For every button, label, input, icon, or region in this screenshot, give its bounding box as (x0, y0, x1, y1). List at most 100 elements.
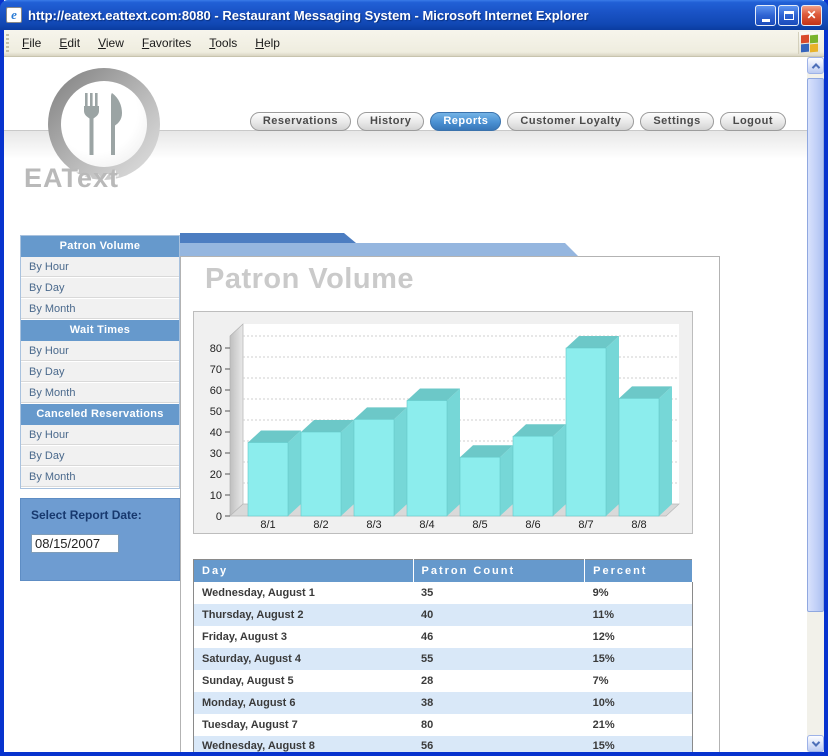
cell-day: Saturday, August 4 (194, 648, 414, 670)
cell-percent: 12% (585, 626, 693, 648)
sidebar-header-canceled-reservations: Canceled Reservations (21, 404, 179, 425)
sidebar-item-patron-by-hour[interactable]: By Hour (21, 257, 179, 278)
menu-view[interactable]: View (89, 32, 133, 54)
tab-settings[interactable]: Settings (640, 112, 713, 131)
scrollbar-track[interactable] (807, 74, 824, 735)
cell-percent: 10% (585, 692, 693, 714)
sidebar-item-wait-by-hour[interactable]: By Hour (21, 341, 179, 362)
table-row: Wednesday, August 1359% (194, 582, 693, 604)
tab-reports[interactable]: Reports (430, 112, 501, 131)
svg-text:8/2: 8/2 (313, 519, 328, 531)
menu-tools[interactable]: Tools (200, 32, 246, 54)
toolbar-grip (6, 34, 9, 52)
table-row: Monday, August 63810% (194, 692, 693, 714)
table-row: Thursday, August 24011% (194, 604, 693, 626)
sidebar-item-patron-by-day[interactable]: By Day (21, 278, 179, 299)
column-day: Day (194, 560, 414, 582)
svg-text:80: 80 (210, 343, 222, 355)
cell-count: 28 (413, 670, 585, 692)
table-row: Tuesday, August 78021% (194, 714, 693, 736)
table-header-row: Day Patron Count Percent (194, 560, 693, 582)
chevron-down-icon (811, 738, 819, 746)
internet-explorer-icon: e (6, 7, 22, 23)
table-row: Saturday, August 45515% (194, 648, 693, 670)
svg-text:30: 30 (210, 448, 222, 460)
tab-reservations[interactable]: Reservations (250, 112, 351, 131)
cell-percent: 9% (585, 582, 693, 604)
scrollbar-thumb[interactable] (807, 78, 824, 612)
tab-customer-loyalty[interactable]: Customer Loyalty (507, 112, 634, 131)
sidebar-item-patron-by-month[interactable]: By Month (21, 299, 179, 320)
report-panel: Patron Volume 010203040506070808/18/28/3… (180, 256, 720, 752)
sidebar-item-wait-by-day[interactable]: By Day (21, 362, 179, 383)
main-navigation: Reservations History Reports Customer Lo… (250, 112, 786, 131)
cell-percent: 21% (585, 714, 693, 736)
panel-tab-accent-dark (180, 233, 356, 243)
report-date-input[interactable] (31, 534, 119, 553)
panel-tab-accent-light (180, 243, 578, 256)
column-patron-count: Patron Count (413, 560, 585, 582)
svg-text:20: 20 (210, 469, 222, 481)
svg-text:0: 0 (216, 511, 222, 523)
windows-logo-icon (798, 32, 820, 54)
browser-viewport: EAText Reservations History Reports Cust… (4, 57, 824, 752)
page-content: EAText Reservations History Reports Cust… (4, 57, 807, 752)
cell-day: Tuesday, August 7 (194, 714, 414, 736)
table-row: Sunday, August 5287% (194, 670, 693, 692)
brand-name: EAText (24, 163, 119, 194)
cell-count: 56 (413, 736, 585, 753)
cell-day: Wednesday, August 8 (194, 736, 414, 753)
menu-bar: File Edit View Favorites Tools Help (4, 30, 824, 57)
cell-count: 35 (413, 582, 585, 604)
sidebar-item-canceled-by-month[interactable]: By Month (21, 467, 179, 488)
svg-text:10: 10 (210, 490, 222, 502)
cell-day: Friday, August 3 (194, 626, 414, 648)
svg-text:8/8: 8/8 (631, 519, 646, 531)
fork-knife-icon (61, 81, 147, 167)
table-row: Wednesday, August 85615% (194, 736, 693, 753)
svg-text:8/3: 8/3 (366, 519, 381, 531)
chevron-up-icon (811, 63, 819, 71)
cell-percent: 11% (585, 604, 693, 626)
svg-text:8/4: 8/4 (419, 519, 434, 531)
tab-history[interactable]: History (357, 112, 424, 131)
svg-text:8/6: 8/6 (525, 519, 540, 531)
sidebar-item-wait-by-month[interactable]: By Month (21, 383, 179, 404)
patron-volume-table: Day Patron Count Percent Wednesday, Augu… (193, 559, 693, 752)
menu-file[interactable]: File (13, 32, 50, 54)
sidebar-item-canceled-by-day[interactable]: By Day (21, 446, 179, 467)
menu-edit[interactable]: Edit (50, 32, 89, 54)
svg-text:8/1: 8/1 (260, 519, 275, 531)
tab-logout[interactable]: Logout (720, 112, 786, 131)
report-sidebar: Patron Volume By Hour By Day By Month Wa… (20, 235, 180, 489)
column-percent: Percent (585, 560, 693, 582)
report-date-label: Select Report Date: (31, 508, 169, 522)
patron-volume-chart: 010203040506070808/18/28/38/48/58/68/78/… (193, 311, 693, 534)
cell-count: 80 (413, 714, 585, 736)
cell-count: 40 (413, 604, 585, 626)
scroll-up-button[interactable] (807, 57, 824, 74)
menu-help[interactable]: Help (246, 32, 289, 54)
maximize-button[interactable] (778, 5, 799, 26)
browser-window: e http://eatext.eattext.com:8080 - Resta… (0, 0, 828, 756)
sidebar-header-wait-times: Wait Times (21, 320, 179, 341)
svg-text:8/7: 8/7 (578, 519, 593, 531)
cell-percent: 15% (585, 648, 693, 670)
report-date-box: Select Report Date: (20, 498, 180, 581)
scroll-down-button[interactable] (807, 735, 824, 752)
minimize-button[interactable] (755, 5, 776, 26)
cell-percent: 7% (585, 670, 693, 692)
sidebar-header-patron-volume: Patron Volume (21, 236, 179, 257)
sidebar-item-canceled-by-hour[interactable]: By Hour (21, 425, 179, 446)
cell-count: 38 (413, 692, 585, 714)
cell-count: 55 (413, 648, 585, 670)
close-button[interactable]: ✕ (801, 5, 822, 26)
svg-text:50: 50 (210, 406, 222, 418)
menu-favorites[interactable]: Favorites (133, 32, 200, 54)
cell-day: Wednesday, August 1 (194, 582, 414, 604)
cell-percent: 15% (585, 736, 693, 753)
minimize-icon (762, 19, 770, 22)
cell-day: Monday, August 6 (194, 692, 414, 714)
cell-day: Thursday, August 2 (194, 604, 414, 626)
svg-text:40: 40 (210, 427, 222, 439)
